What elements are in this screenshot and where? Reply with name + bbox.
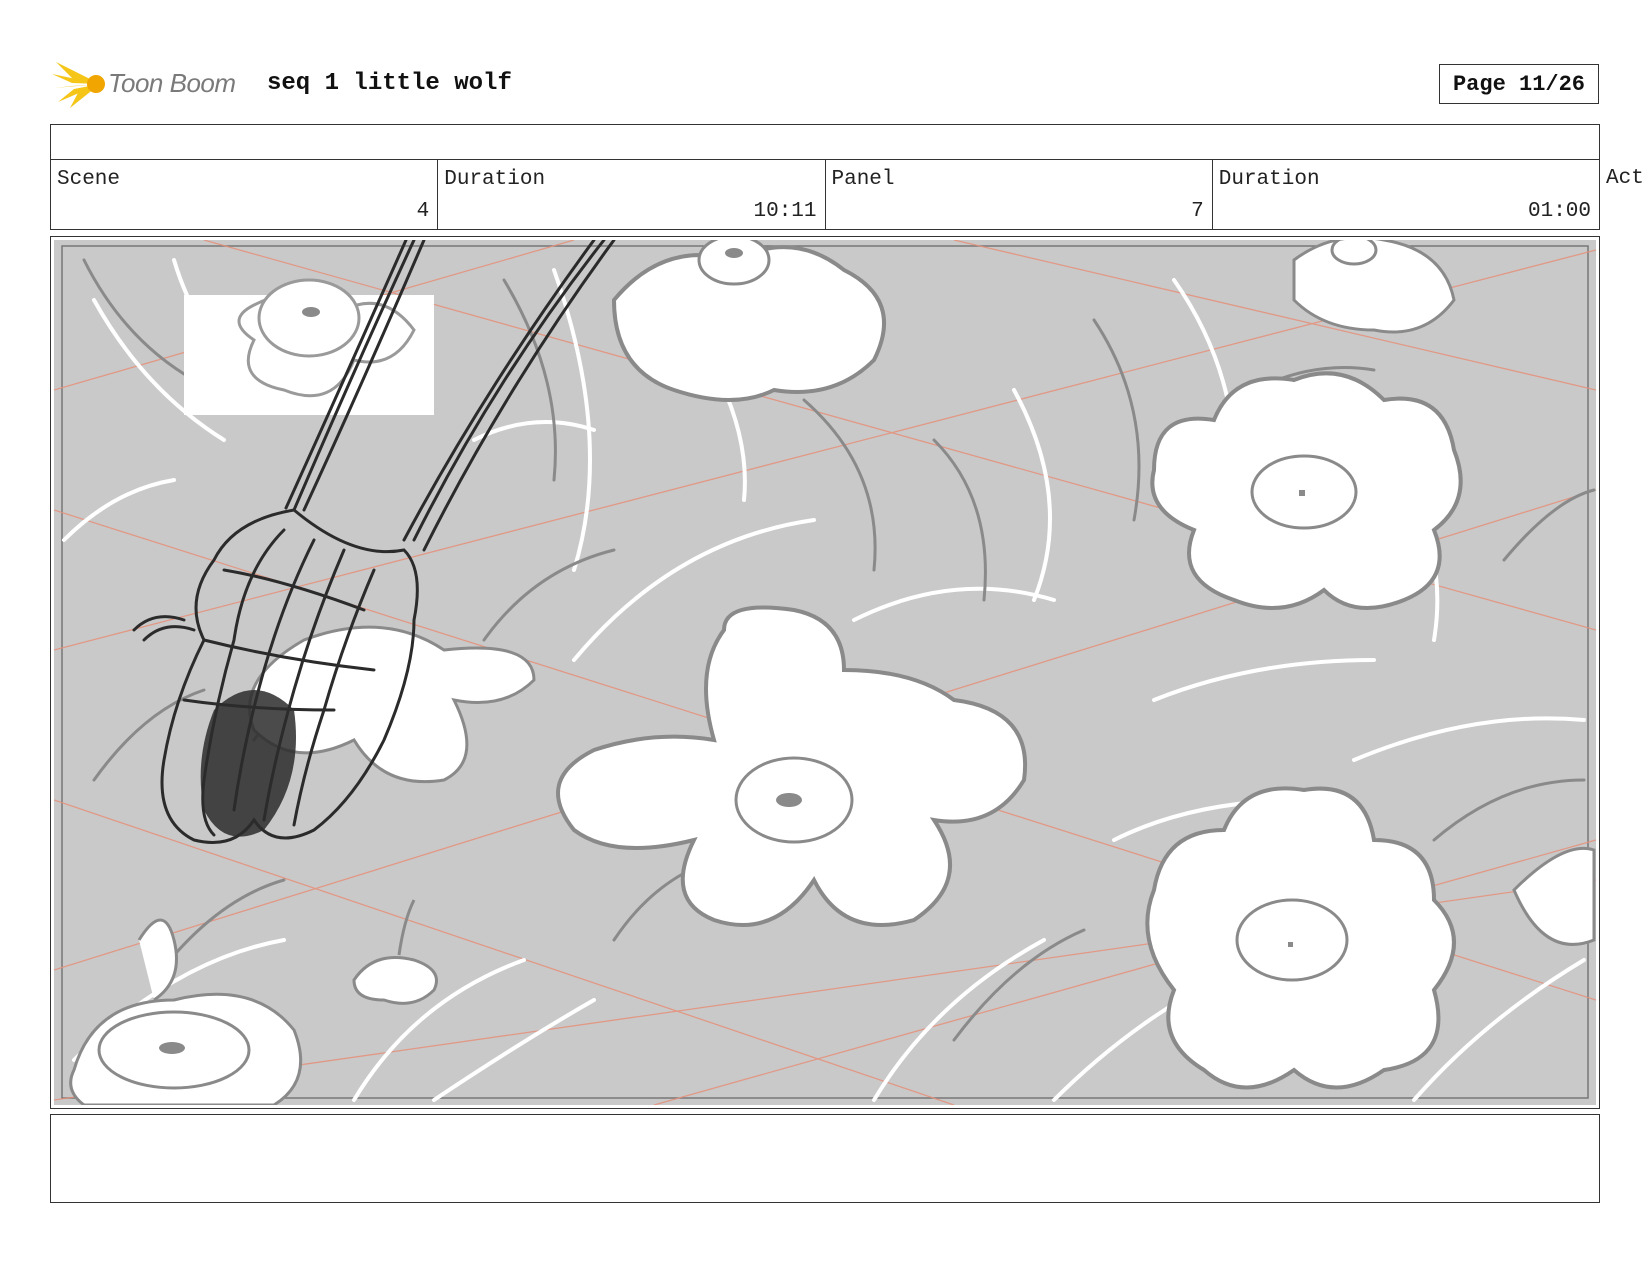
scene-cell: Scene 4: [51, 160, 439, 229]
scene-duration-value: 10:11: [753, 200, 817, 223]
panel-duration-label: Duration: [1218, 168, 1320, 191]
logo-text: Toon Boom: [108, 68, 236, 98]
info-row: Scene 4 Duration 10:11 Panel 7 Duration …: [50, 159, 1600, 230]
panel-duration-cell: Duration 01:00: [1213, 160, 1599, 229]
document-title: seq 1 little wolf: [267, 70, 512, 97]
notes-box: [50, 1114, 1600, 1203]
scene-label: Scene: [57, 168, 121, 191]
panel-label: Panel: [831, 168, 895, 191]
scene-duration-label: Duration: [444, 168, 546, 191]
act-label: Act: [1606, 167, 1644, 190]
toon-boom-logo: Toon Boom: [52, 56, 252, 112]
panel-value: 7: [1191, 200, 1204, 223]
title-row: [50, 124, 1600, 160]
panel-duration-value: 01:00: [1527, 200, 1591, 223]
sketch-drawing: [54, 240, 1596, 1105]
panel-cell: Panel 7: [826, 160, 1213, 229]
scene-value: 4: [416, 200, 430, 223]
starburst-icon: [52, 62, 105, 108]
page-number: Page 11/26: [1439, 64, 1599, 104]
storyboard-panel: [50, 236, 1600, 1109]
scene-duration-cell: Duration 10:11: [438, 160, 826, 229]
